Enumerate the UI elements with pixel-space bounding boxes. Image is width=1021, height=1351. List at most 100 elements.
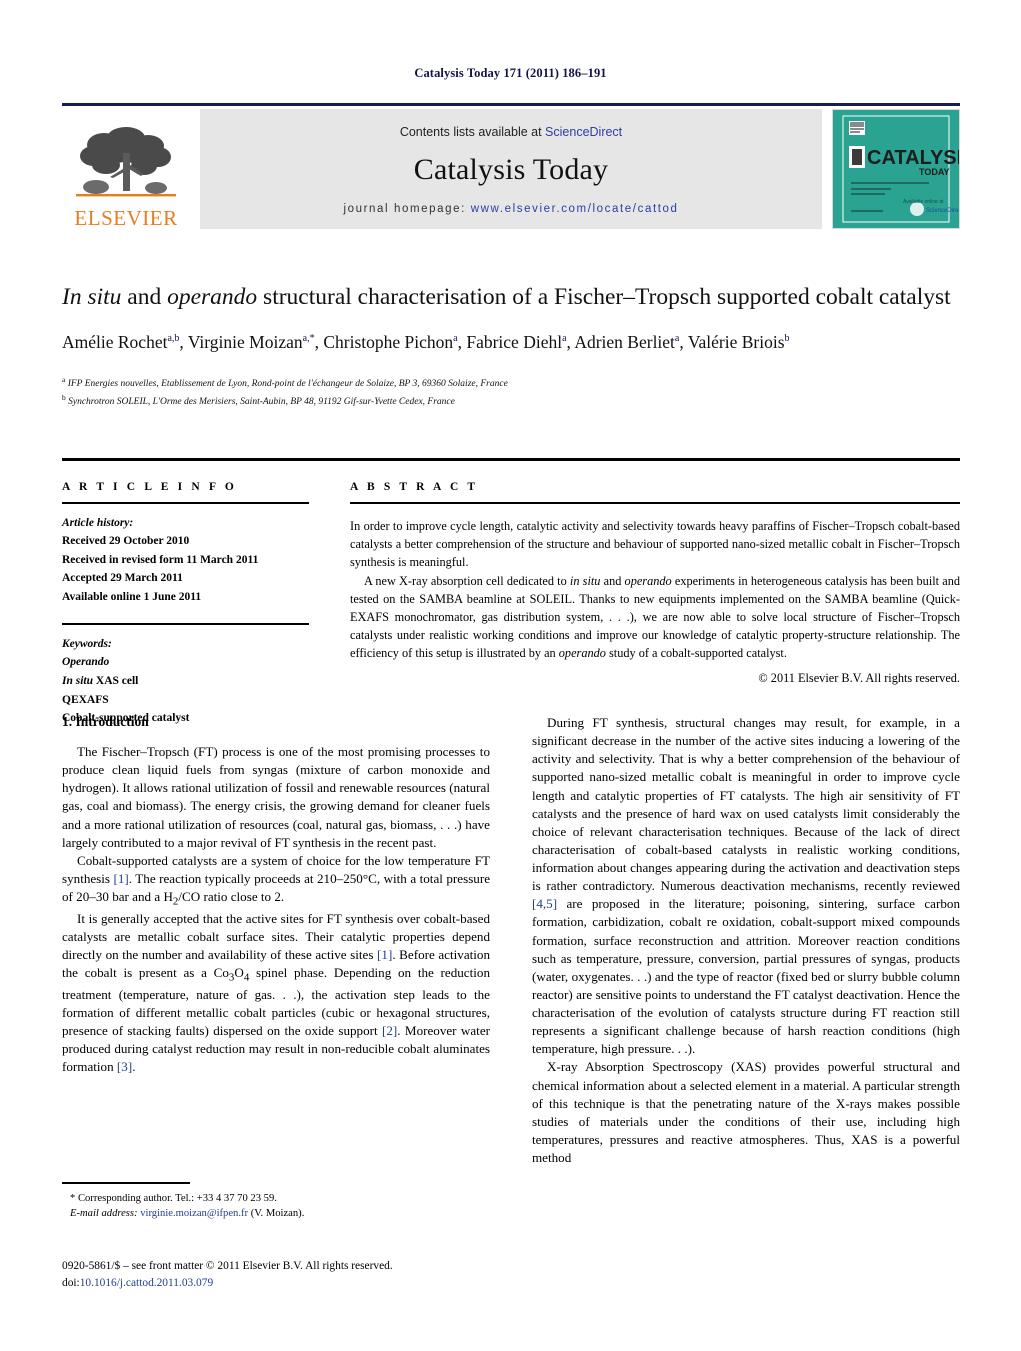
email-link[interactable]: virginie.moizan@ifpen.fr — [140, 1208, 248, 1219]
author-name: Valérie Briois — [687, 331, 785, 352]
contents-prefix: Contents lists available at — [399, 125, 546, 139]
abstract-paragraph: A new X-ray absorption cell dedicated to… — [350, 572, 960, 662]
email-suffix: (V. Moizan). — [248, 1208, 305, 1220]
author-name: Amélie Rochet — [62, 331, 168, 352]
paragraph-text: are proposed in the literature; poisonin… — [532, 896, 960, 1057]
article-info-rule — [62, 501, 309, 504]
paragraph: The Fischer–Tropsch (FT) process is one … — [62, 744, 490, 850]
affiliation-marker: b — [62, 393, 66, 403]
citation-ref[interactable]: [1] — [377, 947, 392, 962]
footnote-corresponding-text: Corresponding author. Tel.: +33 4 37 70 … — [75, 1192, 277, 1204]
affiliation-text: IFP Energies nouvelles, Etablissement de… — [67, 379, 508, 390]
keywords-label: Keywords: — [62, 637, 112, 650]
title-italic-2: operando — [167, 284, 258, 310]
paragraph: During FT synthesis, structural changes … — [532, 714, 960, 1058]
keyword-item: In situ XAS cell — [62, 672, 309, 691]
affiliation: b Synchrotron SOLEIL, L'Orme des Merisie… — [62, 392, 960, 410]
author-affil-marker: a — [562, 332, 567, 344]
abstract-italic: operando — [624, 573, 672, 588]
running-head: Catalysis Today 171 (2011) 186–191 — [414, 66, 607, 80]
author[interactable]: Virginie Moizana,* — [188, 332, 315, 352]
journal-cover-thumbnail: CATALYSIS TODAY Available online at Scie… — [832, 109, 960, 229]
keyword-item: QEXAFS — [62, 693, 109, 706]
masthead-top-rule — [62, 103, 960, 106]
keyword-italic-lead: In situ — [62, 674, 94, 687]
history-accepted: Accepted 29 March 2011 — [62, 572, 183, 585]
abstract-text: A new X-ray absorption cell dedicated to — [364, 573, 570, 588]
author-name: Fabrice Diehl — [466, 331, 563, 352]
title-plain-1: and — [121, 284, 168, 310]
author-name: Adrien Berliet — [574, 331, 675, 352]
citation-ref[interactable]: [2] — [382, 1023, 397, 1038]
title-plain-2: structural characterisation of a Fischer… — [257, 284, 951, 310]
info-block-top-rule — [62, 458, 960, 461]
svg-text:TODAY: TODAY — [919, 167, 950, 177]
body-column-left: 1. Introduction The Fischer–Tropsch (FT)… — [62, 714, 490, 1167]
citation-ref[interactable]: [4,5] — [532, 896, 557, 911]
title-block: In situ and operando structural characte… — [62, 282, 960, 410]
homepage-prefix: journal homepage: — [343, 203, 471, 215]
email-label: E-mail address: — [70, 1208, 138, 1220]
journal-homepage-link[interactable]: www.elsevier.com/locate/cattod — [471, 203, 679, 215]
paragraph-text: During FT synthesis, structural changes … — [532, 715, 960, 894]
section-heading-introduction: 1. Introduction — [62, 714, 149, 729]
citation-ref[interactable]: [3] — [117, 1059, 132, 1074]
abstract-copyright: © 2011 Elsevier B.V. All rights reserved… — [758, 671, 960, 685]
article-history-label: Article history: — [62, 516, 134, 529]
author-affil-marker: b — [784, 332, 790, 344]
author[interactable]: Amélie Rocheta,b — [62, 332, 179, 352]
author-name: Virginie Moizan — [187, 331, 303, 352]
paragraph-text: O — [234, 965, 244, 981]
author[interactable]: Fabrice Diehla — [466, 332, 566, 352]
keyword-item: Operando — [62, 656, 110, 669]
paragraph-text: °C — [362, 870, 377, 886]
abstract-column: A B S T R A C T In order to improve cycl… — [350, 481, 960, 728]
svg-text:CATALYSIS: CATALYSIS — [867, 147, 959, 169]
footnote-corresponding: * Corresponding author. Tel.: +33 4 37 7… — [62, 1191, 490, 1207]
article-info-column: A R T I C L E I N F O Article history: R… — [62, 481, 309, 728]
author-affil-marker: a — [674, 332, 680, 344]
corresponding-author-footnote: * Corresponding author. Tel.: +33 4 37 7… — [62, 1182, 490, 1222]
abstract-rule — [350, 501, 960, 504]
footnote-rule — [62, 1182, 190, 1184]
info-abstract-block: A R T I C L E I N F O Article history: R… — [62, 458, 960, 728]
body-column-right: During FT synthesis, structural changes … — [532, 714, 960, 1167]
abstract-italic: in situ — [569, 573, 601, 588]
paragraph: It is generally accepted that the active… — [62, 910, 490, 1077]
author-affil-marker: a,b — [167, 332, 180, 344]
doi-link[interactable]: 10.1016/j.cattod.2011.03.079 — [80, 1277, 213, 1289]
paragraph: Cobalt-supported catalysts are a system … — [62, 852, 490, 910]
svg-text:ScienceDirect: ScienceDirect — [926, 208, 959, 214]
author[interactable]: Valérie Brioisb — [688, 332, 790, 352]
journal-banner: Contents lists available at ScienceDirec… — [200, 109, 822, 229]
abstract-text: and — [600, 573, 625, 588]
abstract-text: study of a cobalt-supported catalyst. — [605, 645, 787, 660]
affiliation-text: Synchrotron SOLEIL, L'Orme des Merisiers… — [68, 397, 455, 408]
author-list: Amélie Rocheta,b, Virginie Moizana,*, Ch… — [62, 331, 790, 352]
elsevier-tree-icon — [74, 125, 178, 207]
author-name: Christophe Pichon — [323, 331, 454, 352]
history-online: Available online 1 June 2011 — [62, 591, 202, 603]
abstract-paragraph: In order to improve cycle length, cataly… — [350, 518, 960, 569]
keyword-rest: XAS cell — [93, 674, 139, 687]
contents-line: Contents lists available at ScienceDirec… — [400, 125, 622, 139]
abstract-italic: operando — [558, 645, 606, 660]
title-italic-1: In situ — [62, 284, 122, 310]
article-info-heading: A R T I C L E I N F O — [62, 480, 237, 493]
affiliation: a IFP Energies nouvelles, Etablissement … — [62, 374, 960, 392]
abstract-heading: A B S T R A C T — [350, 480, 479, 493]
journal-homepage-line: journal homepage: www.elsevier.com/locat… — [343, 203, 678, 215]
paragraph: X-ray Absorption Spectroscopy (XAS) prov… — [532, 1059, 960, 1165]
author[interactable]: Christophe Pichona — [323, 332, 457, 352]
citation-ref[interactable]: [1] — [114, 871, 129, 886]
history-revised: Received in revised form 11 March 2011 — [62, 553, 259, 566]
keywords-rule — [62, 622, 309, 625]
author[interactable]: Adrien Berlieta — [574, 332, 679, 352]
doi-line: doi:10.1016/j.cattod.2011.03.079 — [62, 1275, 582, 1292]
footnote-email: E-mail address: virginie.moizan@ifpen.fr… — [62, 1206, 490, 1222]
page-footer: 0920-5861/$ – see front matter © 2011 El… — [62, 1258, 582, 1292]
page-title: In situ and operando structural characte… — [62, 282, 960, 313]
body-text: 1. Introduction The Fischer–Tropsch (FT)… — [62, 714, 960, 1167]
sciencedirect-link[interactable]: ScienceDirect — [545, 125, 622, 139]
paper-page: Catalysis Today 171 (2011) 186–191 ELSEV… — [0, 0, 1021, 1351]
